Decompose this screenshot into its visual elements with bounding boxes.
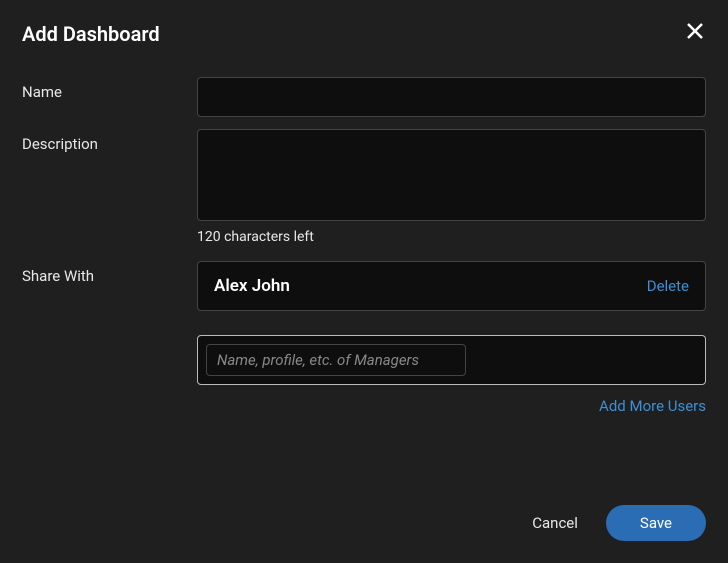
description-input[interactable] <box>197 129 706 221</box>
dialog-title: Add Dashboard <box>22 22 160 46</box>
share-search-card <box>197 335 706 385</box>
delete-user-link[interactable]: Delete <box>647 277 689 295</box>
char-counter: 120 characters left <box>197 229 706 245</box>
share-user-name: Alex John <box>214 276 290 296</box>
add-more-users-link[interactable]: Add More Users <box>599 397 706 415</box>
dialog-footer: Cancel Save <box>532 505 706 541</box>
share-row: Share With Alex John Delete Add More Use… <box>22 261 706 415</box>
name-label: Name <box>22 77 197 117</box>
add-more-row: Add More Users <box>197 397 706 415</box>
dialog-header: Add Dashboard <box>22 20 706 47</box>
share-search-input[interactable] <box>206 344 466 376</box>
description-row: Description 120 characters left <box>22 129 706 245</box>
cancel-button[interactable]: Cancel <box>532 514 578 532</box>
description-field-col: 120 characters left <box>197 129 706 245</box>
save-button[interactable]: Save <box>606 505 706 541</box>
share-user-card: Alex John Delete <box>197 261 706 311</box>
name-input[interactable] <box>197 77 706 117</box>
share-field-col: Alex John Delete Add More Users <box>197 261 706 415</box>
name-field-col <box>197 77 706 117</box>
close-icon[interactable] <box>684 20 706 47</box>
name-row: Name <box>22 77 706 117</box>
description-label: Description <box>22 129 197 245</box>
share-label: Share With <box>22 261 197 415</box>
